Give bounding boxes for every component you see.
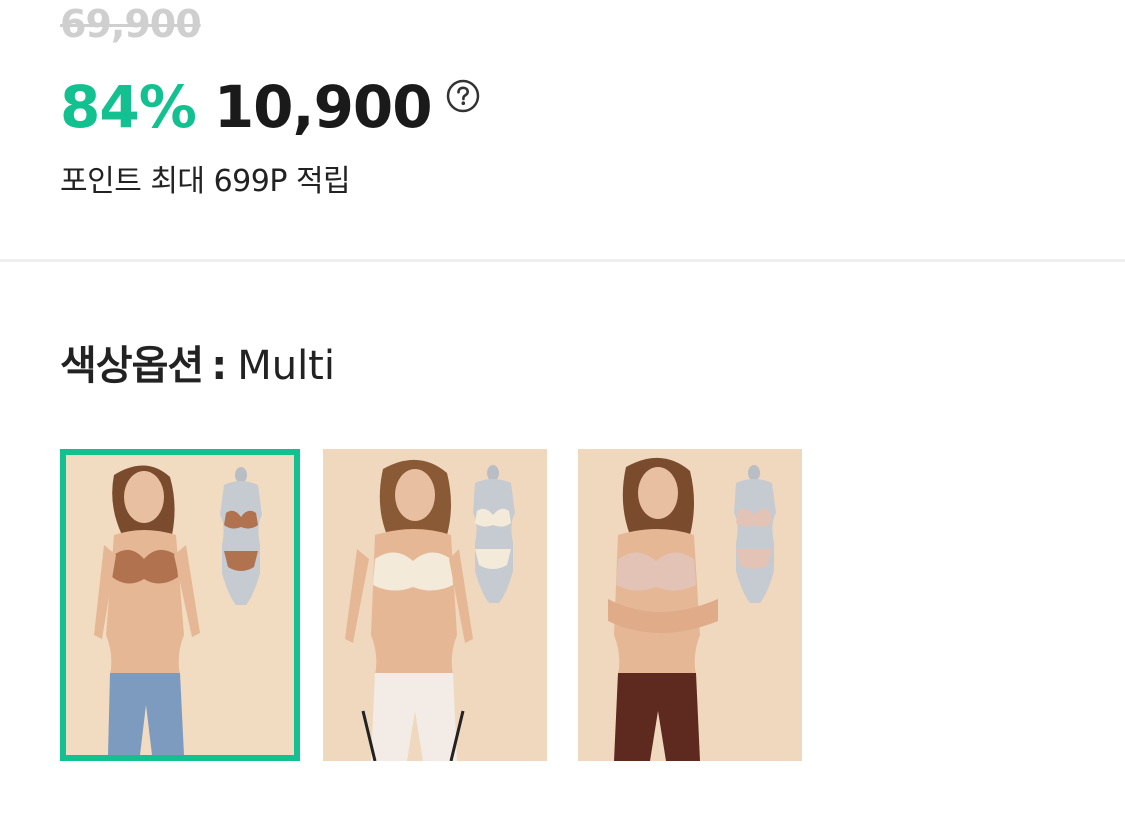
original-price: 69,900	[60, 2, 202, 46]
color-option-label: 색상옵션	[60, 343, 204, 389]
color-option-separator: :	[211, 343, 228, 389]
section-divider	[0, 259, 1125, 262]
swatch-photo-brown	[66, 455, 294, 755]
product-price-page: 69,900 84% 10,900 포인트 최대 699P 적립 색상옵션 : …	[0, 0, 1125, 825]
sale-price: 10,900	[213, 73, 433, 141]
points-info: 포인트 최대 699P 적립	[60, 164, 351, 199]
color-swatch-brown[interactable]	[60, 449, 300, 761]
discount-percent: 84%	[60, 73, 197, 141]
question-circle-icon[interactable]	[446, 79, 480, 113]
swatch-photo-ivory	[323, 449, 547, 761]
price-row: 84% 10,900	[60, 72, 480, 142]
color-option-value: Multi	[237, 343, 335, 389]
color-swatch-ivory[interactable]	[323, 449, 547, 761]
color-option-title: 색상옵션 : Multi	[60, 333, 335, 391]
color-swatch-pink[interactable]	[578, 449, 802, 761]
swatch-photo-pink	[578, 449, 802, 761]
